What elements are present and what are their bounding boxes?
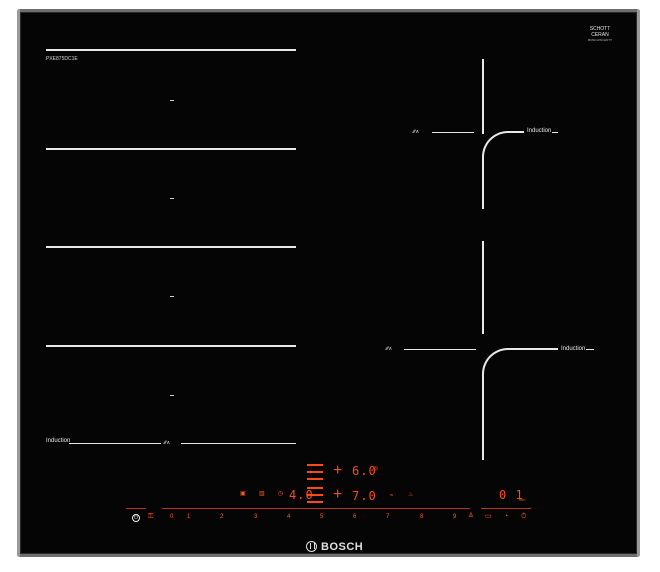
right-bottom-zone-lower-line xyxy=(482,374,484,460)
frying-sensor-icon[interactable]: ▭ xyxy=(485,513,492,521)
timer-icon[interactable]: ◷ xyxy=(278,491,283,498)
right-top-zone-left-line xyxy=(432,132,474,133)
zone-select-bar-6[interactable] xyxy=(307,501,323,503)
right-top-zone-induction-label: Induction xyxy=(527,128,552,134)
right-bottom-zone-vertical-line xyxy=(482,241,484,334)
boost-icon[interactable]: ≙ xyxy=(468,513,474,521)
right-top-zone-vertical-line xyxy=(482,59,484,134)
zone-divider-3 xyxy=(46,246,296,248)
right-bottom-zone-end-line xyxy=(586,349,594,350)
right-bottom-zone-right-line xyxy=(508,348,558,350)
schott-ceran-logo: SCHOTT CERAN BOSCH/SCHOTT xyxy=(585,26,615,43)
right-bottom-zone-heat-icon: ∕∕∕∧ xyxy=(386,346,393,352)
power-icon[interactable]: ⏻ xyxy=(132,514,140,522)
model-number: PXE875DC1E xyxy=(46,56,78,62)
control-strip-right xyxy=(481,508,531,509)
move-icon[interactable]: ≈ xyxy=(390,493,393,500)
power-level-3[interactable]: 3 xyxy=(254,514,257,521)
right-bottom-zone-induction-label: Induction xyxy=(561,346,586,352)
power-level-0[interactable]: 0 xyxy=(170,514,173,521)
left-zone-heat-icon: ∕∕∕∧ xyxy=(164,440,171,446)
lower-right-power-display: 7.0 xyxy=(352,489,377,503)
power-level-6[interactable]: 6 xyxy=(353,514,356,521)
right-top-zone-right-line xyxy=(508,131,524,133)
zone-center-mark-2 xyxy=(170,198,174,199)
bosch-logo-icon xyxy=(306,541,317,552)
lower-zone-plus-icon[interactable]: + xyxy=(333,487,342,503)
upper-zone-sensor-icon[interactable]: ◎ xyxy=(373,466,378,473)
right-top-zone-end-line xyxy=(552,132,558,133)
left-zone-induction-label: Induction xyxy=(46,438,71,444)
glass-subtext: BOSCH/SCHOTT xyxy=(588,38,612,42)
stopwatch-icon[interactable]: ⏱ xyxy=(521,513,526,521)
zone-divider-4 xyxy=(46,345,296,347)
child-lock-icon[interactable]: ⚿ xyxy=(148,513,153,521)
left-zone-bottom-line-b xyxy=(181,443,296,444)
zone-divider-1 xyxy=(46,49,296,51)
left-zone-bottom-line-a xyxy=(69,443,161,444)
zone-center-mark-4 xyxy=(170,395,174,396)
right-top-zone-lower-line xyxy=(482,157,484,209)
zone-select-bar-5[interactable] xyxy=(307,494,323,496)
power-level-1[interactable]: 1 xyxy=(187,514,190,521)
flex-zone-icon[interactable]: ▥ xyxy=(259,491,265,498)
power-level-8[interactable]: 8 xyxy=(420,514,423,521)
zone-select-bar-2[interactable] xyxy=(307,471,323,473)
right-top-zone-heat-icon: ∕∕∕∧ xyxy=(413,129,420,135)
power-level-5[interactable]: 5 xyxy=(320,514,323,521)
right-bottom-zone-left-line xyxy=(404,349,476,350)
zone-select-bar-3[interactable] xyxy=(307,478,323,480)
zone-divider-2 xyxy=(46,148,296,150)
wipe-protect-icon[interactable]: ▣ xyxy=(240,491,246,498)
power-level-2[interactable]: 2 xyxy=(220,514,223,521)
keep-warm-icon[interactable]: ♨ xyxy=(408,492,413,499)
control-strip-left xyxy=(126,508,146,509)
zone-center-mark-3 xyxy=(170,296,174,297)
zone-center-mark-1 xyxy=(170,100,174,101)
power-level-4[interactable]: 4 xyxy=(287,514,290,521)
zone-select-bar-1[interactable] xyxy=(307,464,323,466)
cooktop-glass xyxy=(17,9,640,557)
zone-select-bar-4[interactable] xyxy=(307,487,323,489)
clock-icon[interactable]: ◔ xyxy=(504,513,508,521)
bosch-brand: BOSCH xyxy=(306,540,363,553)
power-level-9[interactable]: 9 xyxy=(453,514,456,521)
power-level-7[interactable]: 7 xyxy=(386,514,389,521)
timer-unit: min xyxy=(519,497,526,502)
upper-zone-plus-icon[interactable]: + xyxy=(333,463,342,479)
brand-name: BOSCH xyxy=(321,540,364,553)
power-slider-track[interactable] xyxy=(162,508,470,509)
